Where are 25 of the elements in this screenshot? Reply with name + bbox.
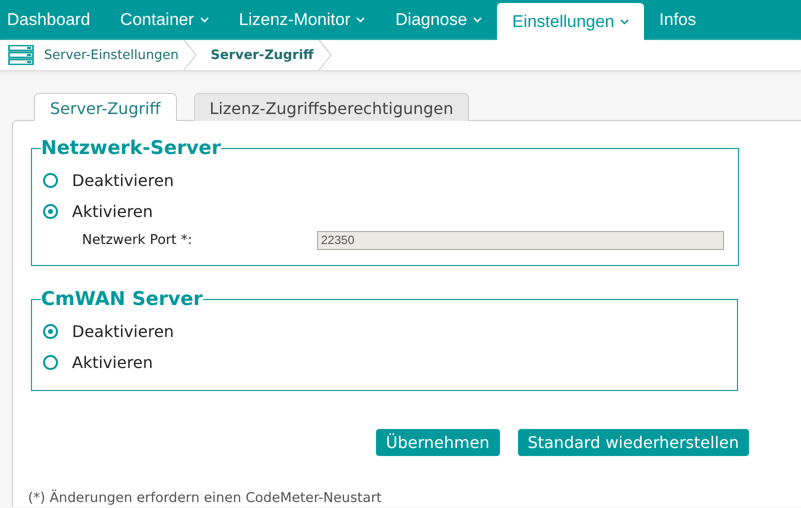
nav-tab[interactable]: Container (105, 0, 224, 40)
radio-button[interactable] (43, 355, 58, 370)
field-label: Netzwerk Port *: (82, 232, 194, 248)
tab[interactable]: Server-Zugriff (34, 93, 177, 121)
radio-label: Aktivieren (72, 353, 153, 372)
group-title: Netzwerk-Server (41, 137, 221, 159)
server-icon (8, 45, 34, 65)
chevron-icon (182, 40, 197, 70)
nav-tab[interactable]: Dashboard (0, 0, 106, 40)
footnote: (*) Änderungen erfordern einen CodeMeter-Neustart (28, 490, 383, 506)
action-button[interactable]: Übernehmen (376, 429, 500, 456)
radio-label: Aktivieren (72, 202, 153, 221)
radio-button[interactable] (43, 173, 58, 188)
action-button[interactable]: Standard wiederherstellen (518, 429, 749, 456)
nav-tab[interactable]: Infos (644, 0, 712, 40)
radio-label: Deaktivieren (72, 171, 174, 190)
radio-label: Deaktivieren (72, 322, 174, 341)
nav-tab[interactable]: Einstellungen (497, 3, 644, 40)
nav-tab[interactable]: Lizenz-Monitor (224, 0, 380, 40)
tab[interactable]: Lizenz-Zugriffsberechtigungen (194, 93, 470, 121)
group-title: CmWAN Server (41, 288, 203, 310)
radio-button[interactable] (43, 204, 58, 219)
nav-tab[interactable]: Diagnose (380, 0, 498, 40)
radio-button[interactable] (43, 324, 58, 339)
chevron-icon (318, 40, 332, 70)
